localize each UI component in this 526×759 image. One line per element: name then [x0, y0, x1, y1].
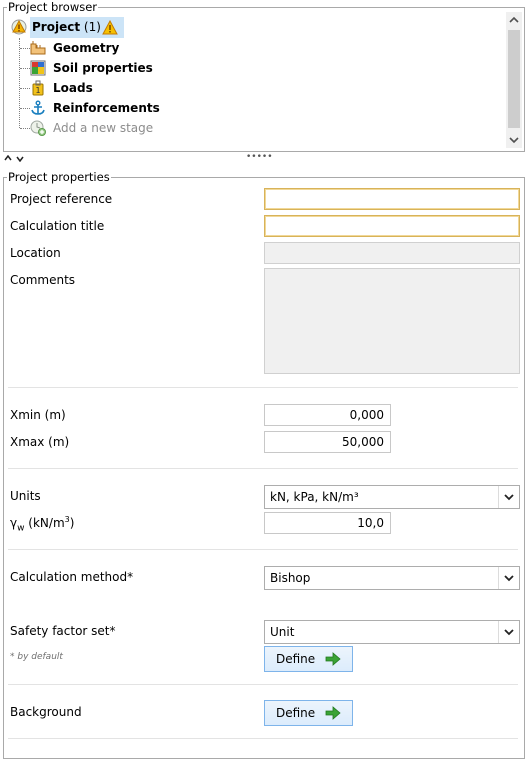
tree-item-add-stage[interactable]: Add a new stage	[30, 118, 160, 138]
chevron-down-icon[interactable]	[498, 621, 519, 643]
calculation-title-input[interactable]	[264, 215, 520, 237]
chevron-down-icon[interactable]	[498, 567, 519, 589]
project-reference-label: Project reference	[10, 192, 113, 206]
project-root-label: Project	[32, 20, 81, 34]
tree-item-label: Geometry	[53, 41, 120, 55]
project-properties-legend: Project properties	[7, 170, 111, 184]
collapse-up-icon[interactable]	[4, 155, 12, 161]
safety-factor-set-select[interactable]: Unit	[264, 620, 520, 644]
xmin-input[interactable]: 0,000	[264, 404, 391, 426]
anchor-icon	[31, 100, 45, 115]
calculation-method-label: Calculation method*	[10, 570, 134, 584]
location-input[interactable]	[264, 242, 520, 264]
tree-item-soil-properties[interactable]: Soil properties	[30, 58, 170, 78]
green-arrow-icon	[325, 706, 341, 720]
calculation-title-label: Calculation title	[10, 219, 105, 233]
safety-factor-set-label: Safety factor set*	[10, 624, 116, 638]
location-label: Location	[10, 246, 61, 260]
geometry-icon	[30, 41, 46, 55]
units-value: kN, kPa, kN/m³	[270, 490, 359, 504]
background-label: Background	[10, 705, 82, 719]
gamma-w-label: γw (kN/m3)	[10, 515, 75, 534]
tree-connector	[20, 128, 30, 129]
define-background-button[interactable]: Define	[264, 700, 353, 726]
add-stage-icon	[30, 120, 46, 136]
units-select[interactable]: kN, kPa, kN/m³	[264, 485, 520, 509]
xmin-label: Xmin (m)	[10, 408, 66, 422]
loads-icon: 1	[32, 80, 44, 96]
tree-connector	[20, 48, 30, 49]
chevron-down-icon[interactable]	[498, 486, 519, 508]
section-divider	[8, 549, 518, 550]
project-root-count: (1)	[83, 20, 101, 34]
tree-root-project[interactable]: Project (1)	[10, 17, 124, 38]
tree-connector	[20, 108, 30, 109]
add-stage-label: Add a new stage	[53, 121, 154, 135]
tree-item-geometry[interactable]: Geometry	[30, 38, 150, 58]
project-reference-input[interactable]	[264, 188, 520, 210]
xmax-input[interactable]: 50,000	[264, 431, 391, 453]
tree-item-label: Loads	[53, 81, 93, 95]
green-arrow-icon	[325, 652, 341, 666]
expand-down-icon[interactable]	[16, 156, 24, 162]
comments-label: Comments	[10, 273, 76, 287]
define-safety-factor-button[interactable]: Define	[264, 646, 353, 672]
tree-connector	[19, 38, 20, 128]
tree-connector	[20, 68, 30, 69]
tree-item-reinforcements[interactable]: Reinforcements	[30, 98, 170, 118]
soil-properties-icon	[30, 60, 46, 76]
section-divider	[8, 738, 518, 739]
project-browser-legend: Project browser	[7, 0, 99, 14]
scrollbar-thumb[interactable]	[508, 30, 520, 128]
svg-text:1: 1	[35, 86, 40, 95]
warning-icon	[102, 20, 118, 35]
section-divider	[8, 387, 518, 388]
gamma-w-input[interactable]: 10,0	[264, 512, 391, 534]
tree-item-label: Reinforcements	[53, 101, 160, 115]
tree-item-loads[interactable]: 1 Loads	[30, 78, 120, 98]
by-default-note: * by default	[10, 652, 63, 662]
comments-textarea[interactable]	[264, 268, 520, 374]
scroll-down-icon[interactable]	[509, 136, 519, 144]
splitter-grip[interactable]: •••••	[246, 152, 273, 162]
define-label: Define	[276, 652, 316, 666]
safety-factor-set-value: Unit	[270, 625, 295, 639]
tree-connector	[20, 88, 30, 89]
calculation-method-value: Bishop	[270, 571, 311, 585]
xmax-label: Xmax (m)	[10, 435, 70, 449]
section-divider	[8, 684, 518, 685]
scroll-up-icon[interactable]	[509, 16, 519, 24]
calculation-method-select[interactable]: Bishop	[264, 566, 520, 590]
project-browser-scrollbar[interactable]	[506, 12, 522, 148]
tree-item-label: Soil properties	[53, 61, 153, 75]
units-label: Units	[10, 489, 41, 503]
define-label: Define	[276, 706, 316, 720]
section-divider	[8, 468, 518, 469]
project-warning-icon	[11, 19, 27, 35]
